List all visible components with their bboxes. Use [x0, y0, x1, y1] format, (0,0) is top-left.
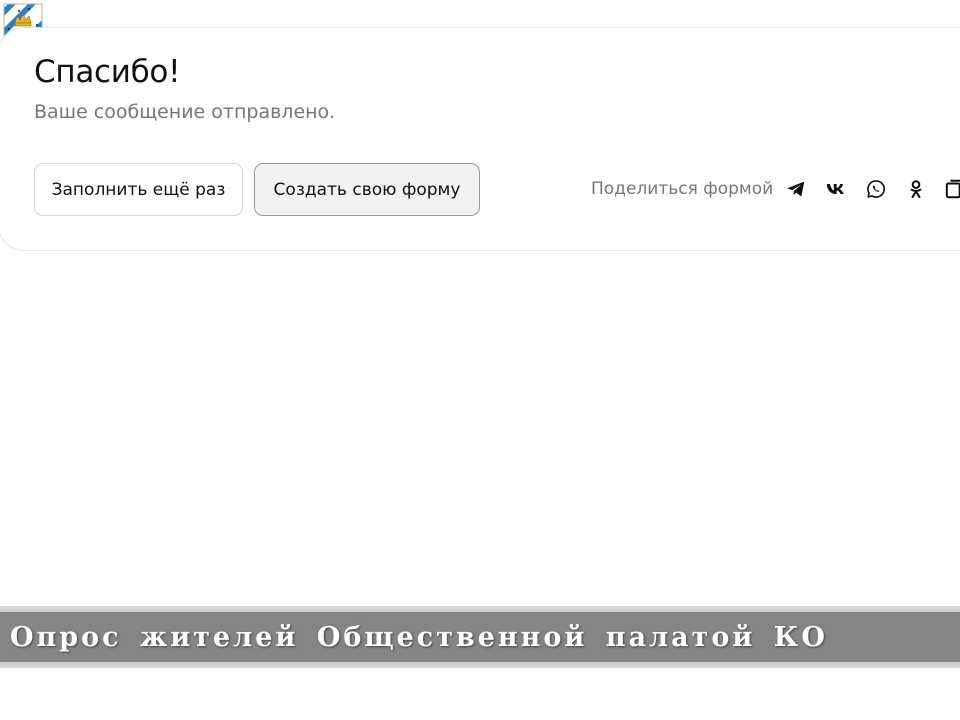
create-form-button[interactable]: Создать свою форму — [254, 163, 480, 216]
whatsapp-icon[interactable] — [865, 178, 887, 200]
success-message: Ваше сообщение отправлено. — [34, 101, 336, 123]
share-label: Поделиться формой — [591, 179, 774, 199]
vk-icon[interactable] — [825, 178, 847, 200]
slide-title-banner: Опрос жителей Общественной палатой КО — [0, 612, 960, 662]
odnoklassniki-icon[interactable] — [905, 178, 927, 200]
refill-button[interactable]: Заполнить ещё раз — [34, 163, 243, 216]
copy-link-icon[interactable] — [945, 178, 960, 200]
telegram-icon[interactable] — [785, 178, 807, 200]
slide-title: Опрос жителей Общественной палатой КО — [10, 621, 828, 653]
success-title: Спасибо! — [34, 54, 181, 90]
